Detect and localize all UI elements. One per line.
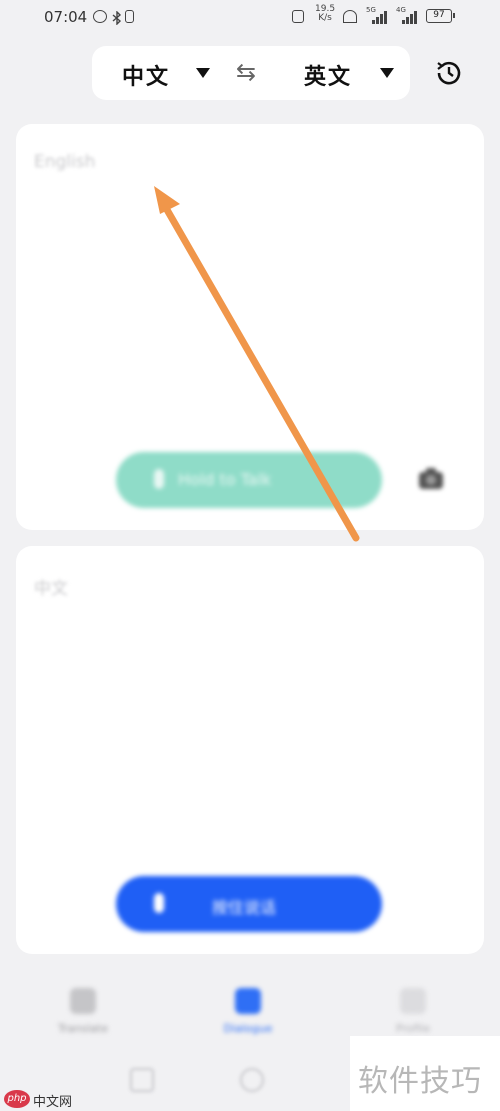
nav-item-dialogue[interactable]: Dialogue	[203, 988, 293, 1035]
language-selector: 中文 ⇆ 英文	[92, 46, 410, 100]
system-recents-icon[interactable]	[130, 1068, 154, 1092]
target-language[interactable]: 英文	[304, 59, 352, 91]
target-language-dropdown-icon[interactable]	[380, 68, 394, 78]
input-text-area[interactable]: English	[34, 152, 95, 172]
nav-item-profile[interactable]: Profile	[368, 988, 458, 1035]
camera-icon[interactable]	[416, 464, 446, 494]
php-logo: php	[4, 1090, 30, 1108]
watermark-panel: 软件技巧	[350, 1036, 500, 1111]
dialogue-icon	[235, 988, 261, 1014]
bluetooth-icon	[112, 10, 122, 26]
watermark-text: 软件技巧	[358, 1064, 482, 1099]
voice-chinese-label: 按住说话	[212, 898, 277, 917]
output-text-area[interactable]: 中文	[34, 574, 68, 599]
voice-english-label: Hold to Talk	[178, 470, 272, 489]
network-speed: 19.5 K/s	[315, 4, 336, 23]
status-bar: 07:04 19.5 K/s 5G 4G 97	[0, 0, 500, 36]
nav-label-translate: Translate	[58, 1022, 108, 1035]
voice-input-chinese-button[interactable]: 按住说话	[116, 876, 382, 932]
vibrate-icon	[292, 10, 304, 23]
mic-icon	[154, 469, 164, 489]
source-language[interactable]: 中文	[122, 59, 170, 91]
mic-icon	[154, 893, 164, 913]
output-card: 中文 按住说话	[16, 546, 484, 954]
signal-1-icon	[372, 10, 396, 24]
input-card: English Hold to Talk	[16, 124, 484, 530]
battery-icon: 97	[426, 9, 455, 23]
system-home-icon[interactable]	[240, 1068, 264, 1092]
nav-label-dialogue: Dialogue	[223, 1022, 273, 1035]
profile-icon	[400, 988, 426, 1014]
translate-icon	[70, 988, 96, 1014]
watermark-site-text: 中文网	[33, 1095, 73, 1110]
voice-input-english-button[interactable]: Hold to Talk	[116, 452, 382, 508]
nav-label-profile: Profile	[395, 1022, 431, 1035]
swap-icon[interactable]: ⇆	[236, 58, 256, 86]
battery-saver-icon	[125, 10, 134, 23]
source-language-dropdown-icon[interactable]	[196, 68, 210, 78]
nav-item-translate[interactable]: Translate	[38, 988, 128, 1035]
status-time: 07:04	[44, 8, 88, 26]
history-icon[interactable]	[432, 56, 466, 90]
signal-2-icon	[402, 10, 426, 24]
hotspot-icon	[343, 10, 357, 23]
alarm-icon	[93, 10, 107, 23]
